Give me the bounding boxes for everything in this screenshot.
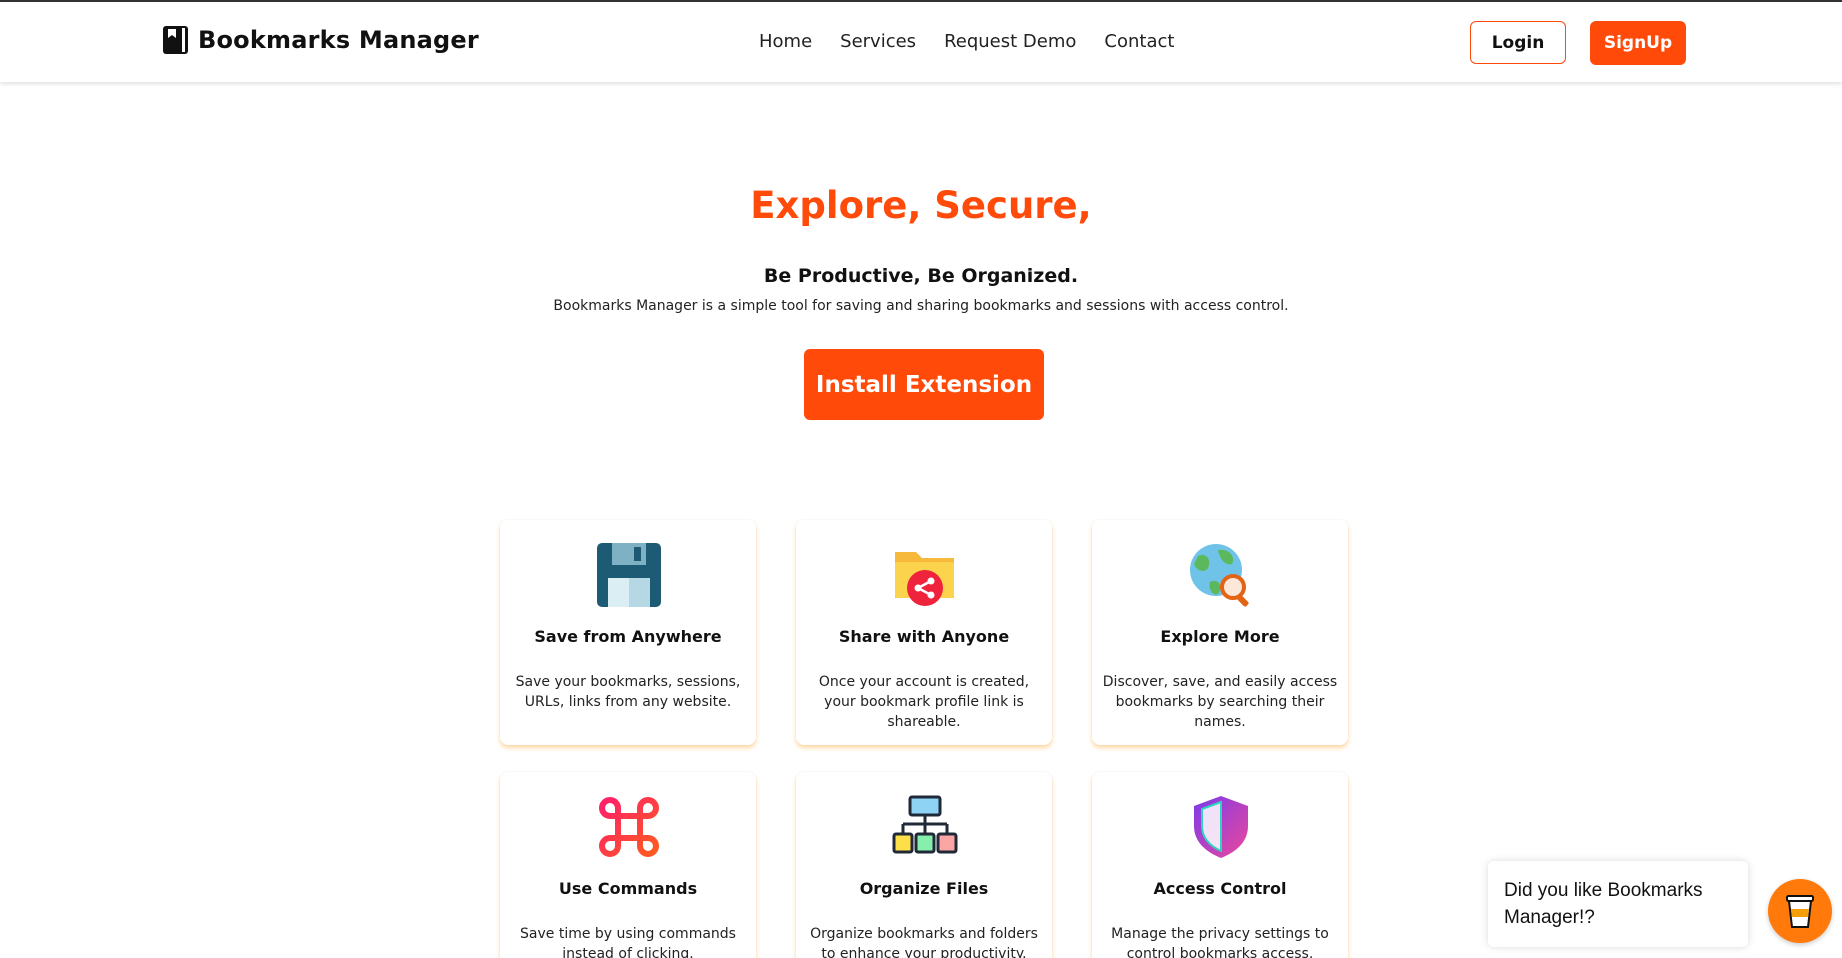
feature-title: Organize Files [859, 879, 989, 898]
feature-card-share: Share with Anyone Once your account is c… [796, 520, 1052, 745]
feature-card-save: Save from Anywhere Save your bookmarks, … [500, 520, 756, 745]
chat-launcher-button[interactable] [1768, 879, 1832, 943]
nav-home[interactable]: Home [759, 31, 812, 52]
navbar: Bookmarks Manager Home Services Request … [0, 2, 1842, 82]
floppy-disk-icon [597, 543, 661, 607]
install-extension-button[interactable]: Install Extension [804, 349, 1044, 420]
hero-title: Explore, Secure, [750, 184, 1092, 227]
feature-card-explore: Explore More Discover, save, and easily … [1092, 520, 1348, 745]
feature-title: Use Commands [558, 879, 698, 898]
shield-icon [1194, 796, 1248, 858]
feature-card-organize: Organize Files Organize bookmarks and fo… [796, 772, 1052, 958]
command-key-icon [599, 797, 659, 857]
signup-button[interactable]: SignUp [1590, 21, 1686, 65]
feature-title: Save from Anywhere [534, 627, 722, 646]
globe-search-icon [1190, 544, 1249, 607]
nav-request-demo[interactable]: Request Demo [944, 31, 1076, 52]
feature-title: Explore More [1160, 627, 1280, 646]
feature-card-commands: Use Commands Save time by using commands… [500, 772, 756, 958]
feature-description: Organize bookmarks and folders to enhanc… [810, 926, 1038, 958]
feature-description: Once your account is created, your bookm… [818, 674, 1030, 730]
brand[interactable]: Bookmarks Manager [163, 26, 479, 54]
feature-description: Save your bookmarks, sessions, URLs, lin… [515, 674, 741, 710]
feature-description: Discover, save, and easily access bookma… [1102, 674, 1338, 730]
nav-contact[interactable]: Contact [1104, 31, 1174, 52]
brand-name: Bookmarks Manager [198, 26, 479, 54]
login-button[interactable]: Login [1470, 21, 1566, 64]
feature-card-access: Access Control Manage the privacy settin… [1092, 772, 1348, 958]
feature-description: Save time by using commands instead of c… [520, 926, 736, 958]
shared-folder-icon [895, 552, 954, 606]
hero-description: Bookmarks Manager is a simple tool for s… [553, 298, 1289, 314]
feature-title: Access Control [1153, 879, 1287, 898]
hero-subtitle: Be Productive, Be Organized. [763, 265, 1079, 287]
coffee-cup-icon [1786, 895, 1814, 928]
feature-description: Manage the privacy settings to control b… [1111, 926, 1329, 958]
feature-title: Share with Anyone [838, 627, 1010, 646]
hierarchy-icon [892, 795, 958, 854]
main-nav: Home Services Request Demo Contact [759, 31, 1174, 52]
bookmark-icon [163, 26, 188, 54]
feedback-chat-bubble[interactable]: Did you like Bookmarks Manager!? [1488, 861, 1748, 947]
nav-services[interactable]: Services [840, 31, 916, 52]
